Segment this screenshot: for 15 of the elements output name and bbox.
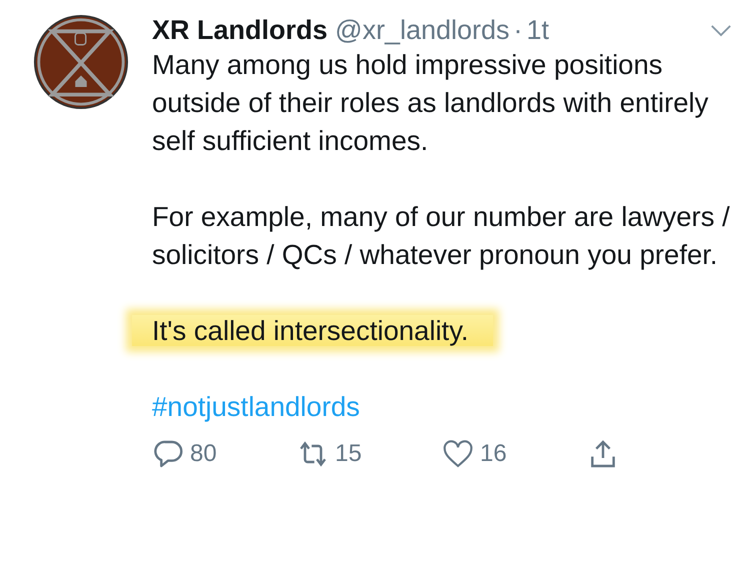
- hashtag-link[interactable]: #notjustlandlords: [152, 391, 360, 422]
- retweet-count: 15: [335, 439, 362, 469]
- tweet-text: For example, many of our number are lawyers / solicitors / QCs / whatever pronoun you prefer.: [152, 201, 730, 270]
- user-handle[interactable]: @xr_landlords: [335, 15, 510, 45]
- chevron-down-icon[interactable]: [710, 24, 732, 37]
- reply-count: 80: [190, 439, 217, 469]
- tweet-text: Many among us hold impressive positions outside of their roles as landlords with entirely self sufficient incomes.: [152, 49, 708, 156]
- reply-icon[interactable]: [152, 438, 184, 470]
- tweet-time: 1t: [526, 15, 550, 45]
- avatar-logo-icon[interactable]: [33, 14, 129, 110]
- like-count: 16: [480, 439, 507, 469]
- highlighted-text: It's called intersectionality.: [132, 315, 493, 346]
- separator-dot: ·: [514, 15, 523, 45]
- heart-icon[interactable]: [442, 438, 474, 470]
- display-name[interactable]: XR Landlords: [152, 15, 328, 45]
